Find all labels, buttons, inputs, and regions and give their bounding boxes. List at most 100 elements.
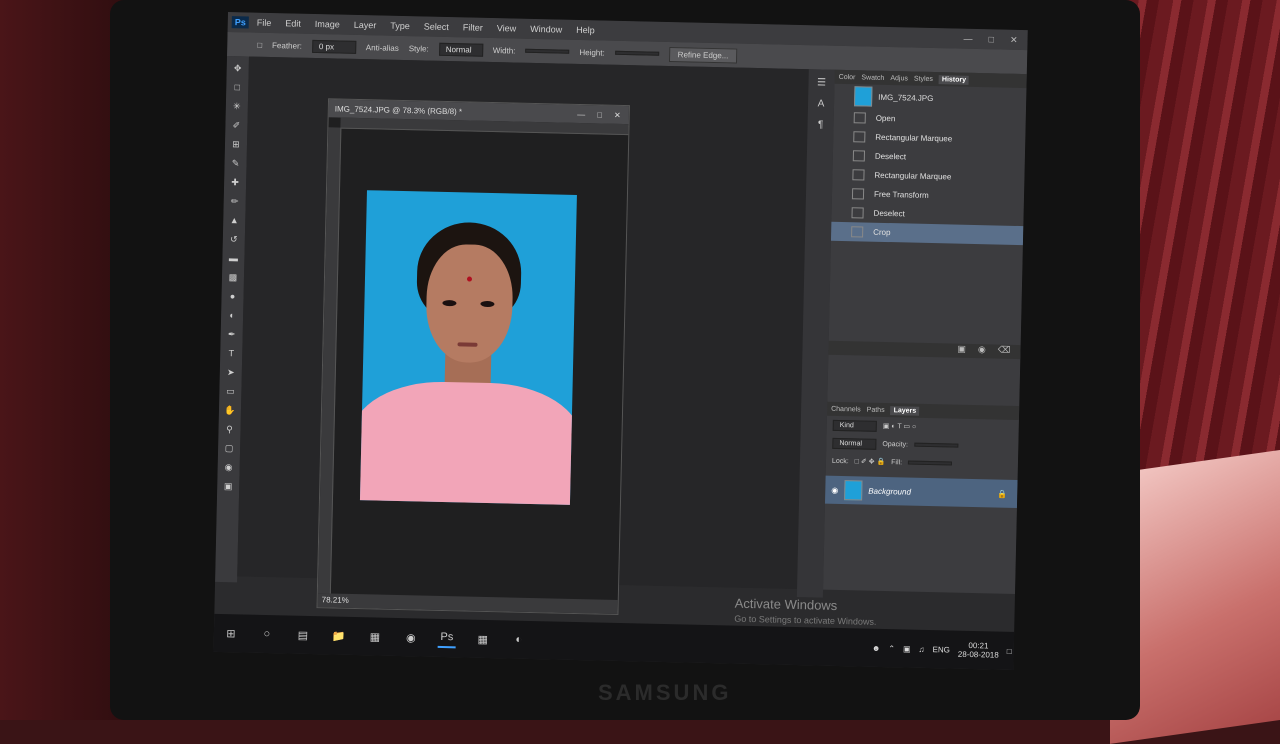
- tab-layers[interactable]: Layers: [890, 405, 920, 416]
- lasso-tool-icon[interactable]: ✳: [231, 100, 243, 113]
- chrome-icon[interactable]: ◉: [402, 628, 420, 646]
- tab-history[interactable]: History: [938, 74, 970, 85]
- app-icon[interactable]: ◐: [510, 631, 528, 649]
- blend-mode-select[interactable]: Normal: [832, 437, 877, 450]
- network-icon[interactable]: ▣: [903, 644, 911, 653]
- doc-restore-icon[interactable]: □: [597, 110, 602, 119]
- refine-edge-button[interactable]: Refine Edge...: [668, 46, 738, 64]
- brush-tool-icon[interactable]: ✏: [229, 195, 241, 208]
- marquee-tool-icon[interactable]: □: [257, 40, 262, 49]
- quick-mask-icon[interactable]: ◉: [223, 461, 235, 474]
- volume-icon[interactable]: ♫: [919, 644, 925, 653]
- calculator-icon[interactable]: ▦: [474, 630, 492, 648]
- menu-file[interactable]: File: [257, 18, 272, 28]
- menu-image[interactable]: Image: [315, 19, 340, 30]
- trash-icon[interactable]: ⌫: [998, 345, 1011, 359]
- filter-icons[interactable]: ▣ ◐ T ▭ ○: [883, 422, 917, 431]
- clock[interactable]: 00:21 28-08-2018: [958, 641, 999, 660]
- doc-minimize-icon[interactable]: —: [577, 109, 585, 118]
- hand-tool-icon[interactable]: ✋: [224, 404, 236, 417]
- history-brush-icon[interactable]: ↺: [228, 233, 240, 246]
- eyedropper-icon[interactable]: ✎: [229, 157, 241, 170]
- paragraph-panel-icon[interactable]: ¶: [818, 119, 824, 130]
- tab-paths[interactable]: Paths: [867, 406, 885, 413]
- color-swatches-icon[interactable]: ▢: [223, 442, 235, 455]
- search-circle-icon[interactable]: ○: [258, 625, 276, 643]
- history-step-icon: [852, 150, 866, 162]
- feather-label: Feather:: [272, 40, 302, 51]
- menu-edit[interactable]: Edit: [285, 18, 301, 28]
- menu-type[interactable]: Type: [390, 21, 410, 31]
- style-label: Style:: [408, 43, 429, 54]
- activate-windows-title: Activate Windows: [734, 595, 838, 613]
- marquee-tool-icon[interactable]: □: [231, 81, 243, 94]
- file-explorer-icon[interactable]: 📁: [330, 626, 348, 644]
- zoom-tool-icon[interactable]: ⚲: [223, 423, 235, 436]
- tab-channels[interactable]: Channels: [831, 405, 861, 413]
- workspace: IMG_7524.JPG @ 78.3% (RGB/8) * — □ ✕ 78.…: [237, 56, 809, 616]
- type-tool-icon[interactable]: T: [225, 347, 237, 360]
- snapshot-name: IMG_7524.JPG: [878, 92, 934, 103]
- menu-view[interactable]: View: [497, 23, 517, 33]
- height-label: Height:: [579, 47, 605, 58]
- menu-filter[interactable]: Filter: [463, 22, 483, 32]
- feather-input[interactable]: 0 px: [311, 39, 357, 54]
- gradient-tool-icon[interactable]: ▩: [227, 271, 239, 284]
- crop-tool-icon[interactable]: ⊞: [230, 138, 242, 151]
- new-document-icon[interactable]: ▣: [957, 344, 966, 358]
- notifications-icon[interactable]: □: [1007, 646, 1012, 655]
- antialias-checkbox[interactable]: Anti-alias: [366, 43, 399, 53]
- document-status: 78.21%: [317, 593, 618, 614]
- path-select-icon[interactable]: ➤: [225, 366, 237, 379]
- layer-background[interactable]: ◉ Background 🔒: [824, 475, 1018, 509]
- tab-styles[interactable]: Styles: [914, 75, 933, 82]
- pen-tool-icon[interactable]: ✒: [226, 328, 238, 341]
- menu-help[interactable]: Help: [576, 25, 595, 35]
- width-input[interactable]: [525, 48, 570, 54]
- history-item-label: Crop: [873, 227, 891, 238]
- clone-stamp-icon[interactable]: ▲: [228, 214, 240, 227]
- quick-select-icon[interactable]: ✐: [230, 119, 242, 132]
- healing-brush-icon[interactable]: ✚: [229, 176, 241, 189]
- lock-label: Lock:: [831, 457, 849, 465]
- dodge-tool-icon[interactable]: ◐: [226, 309, 238, 322]
- photoshop-taskbar-icon[interactable]: Ps: [437, 627, 457, 649]
- minimize-icon[interactable]: —: [963, 33, 972, 44]
- menu-select[interactable]: Select: [424, 21, 449, 32]
- screen-mode-icon[interactable]: ▣: [222, 480, 234, 493]
- fill-input[interactable]: [908, 460, 953, 466]
- menu-window[interactable]: Window: [530, 24, 562, 35]
- history-panel-icon[interactable]: ☰: [817, 77, 826, 88]
- lock-icons[interactable]: □ ✐ ✥ 🔒: [855, 457, 886, 466]
- tab-color[interactable]: Color: [839, 73, 856, 80]
- zoom-level[interactable]: 78.21%: [322, 595, 349, 605]
- style-select[interactable]: Normal: [438, 42, 483, 57]
- document-window: IMG_7524.JPG @ 78.3% (RGB/8) * — □ ✕ 78.…: [316, 98, 630, 616]
- doc-close-icon[interactable]: ✕: [614, 110, 621, 119]
- snapshot-camera-icon[interactable]: ◉: [978, 344, 986, 358]
- blur-tool-icon[interactable]: ●: [226, 290, 238, 303]
- move-tool-icon[interactable]: ✥: [232, 62, 244, 75]
- close-icon[interactable]: ✕: [1010, 34, 1018, 45]
- visibility-eye-icon[interactable]: ◉: [831, 485, 838, 494]
- photoshop-window: Ps File Edit Image Layer Type Select Fil…: [213, 12, 1028, 670]
- tab-adjustments[interactable]: Adjus: [890, 75, 908, 82]
- history-footer: ▣ ◉ ⌫: [828, 340, 1021, 360]
- eraser-tool-icon[interactable]: ▬: [227, 252, 239, 265]
- menu-layer[interactable]: Layer: [354, 20, 377, 31]
- height-input[interactable]: [614, 50, 659, 56]
- start-windows-icon[interactable]: ⊞: [222, 624, 240, 642]
- language-indicator[interactable]: ENG: [933, 645, 951, 654]
- shape-tool-icon[interactable]: ▭: [224, 385, 236, 398]
- kind-filter[interactable]: Kind: [832, 419, 877, 432]
- maximize-icon[interactable]: □: [988, 34, 994, 45]
- store-icon[interactable]: ▦: [366, 627, 384, 645]
- tab-swatches[interactable]: Swatch: [861, 74, 884, 82]
- character-panel-icon[interactable]: A: [818, 98, 825, 109]
- chevron-up-icon[interactable]: ⌃: [888, 644, 895, 653]
- people-icon[interactable]: ☻: [872, 643, 881, 652]
- history-item-label: Deselect: [873, 208, 905, 219]
- task-view-icon[interactable]: ▤: [294, 626, 312, 644]
- fill-label: Fill:: [891, 458, 903, 466]
- opacity-input[interactable]: [914, 442, 959, 448]
